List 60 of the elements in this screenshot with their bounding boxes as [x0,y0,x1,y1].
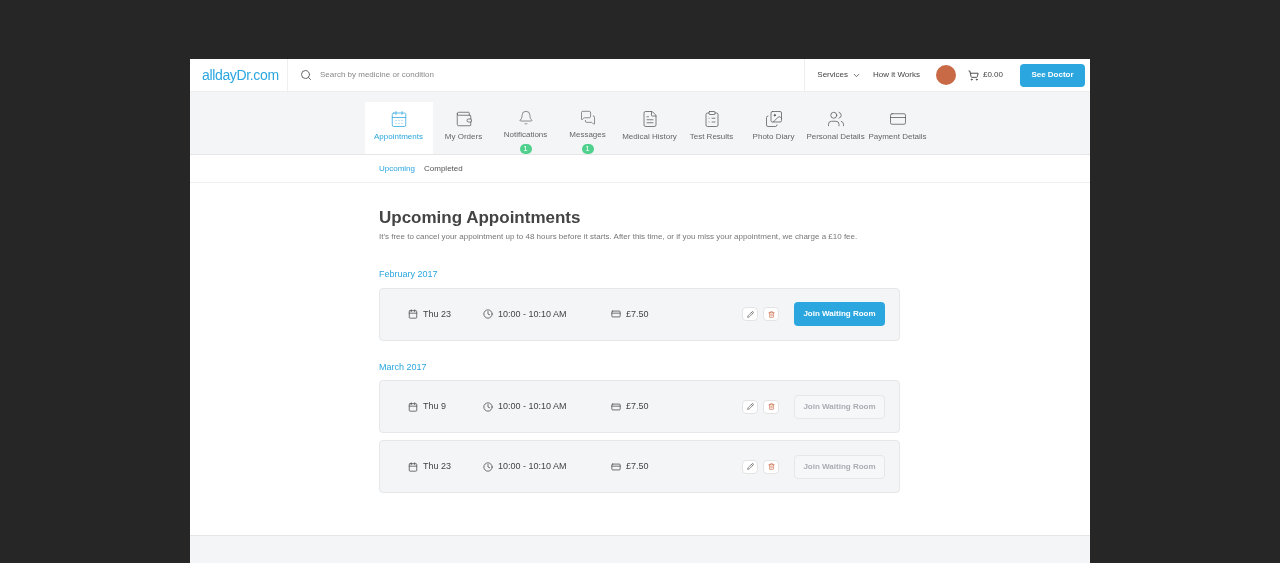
calendar-icon [408,461,418,472]
appointment-price: £7.50 [626,307,649,321]
avatar[interactable] [935,65,956,85]
tab[interactable]: Test Results [680,102,743,154]
appointment-time: 10:00 - 10:10 AM [498,307,568,321]
clock-icon [483,309,493,320]
tab[interactable]: Personal Details [804,102,867,154]
page-title: Upcoming Appointments [379,207,582,229]
tab[interactable]: Payment Details [866,102,929,154]
cart-total: £0.00 [982,69,1003,81]
calendar-icon [408,309,418,320]
credit-card-icon [611,309,621,320]
search-field[interactable]: Search by medicine or condition [320,69,793,81]
wallet-icon [454,110,473,128]
appointment-price: £7.50 [626,400,649,413]
chat-bubbles-icon [578,110,597,126]
count-badge: 1 [519,143,532,154]
credit-card-icon [888,110,907,128]
edit-button[interactable] [742,399,758,414]
cart-icon[interactable] [967,69,979,81]
nav-link[interactable]: How it Works [873,69,920,81]
edit-button[interactable] [742,459,758,474]
nav-link[interactable]: Services [817,69,861,81]
tab[interactable]: Medical History [618,102,681,154]
clock-icon [483,461,493,472]
appointment-time: 10:00 - 10:10 AM [498,400,568,413]
calendar-icon [408,401,418,412]
images-icon [764,110,783,128]
tab[interactable]: Messages 1 [556,102,619,154]
tab[interactable]: Notifications 1 [494,102,557,154]
appointment-date: Thu 9 [423,400,447,413]
pencil-icon [746,463,754,471]
calendar-icon [389,110,408,128]
count-badge: 1 [581,143,594,154]
pencil-icon [746,403,754,411]
appointment-time: 10:00 - 10:10 AM [498,460,568,473]
trash-icon [767,403,775,411]
month-heading: March 2017 [379,360,428,374]
document-icon [640,110,659,128]
pencil-icon [746,310,754,318]
people-icon [826,110,845,128]
tab[interactable]: My Orders [432,102,495,154]
clock-icon [483,401,493,412]
delete-button[interactable] [763,459,779,474]
appointment-price: £7.50 [626,460,649,473]
appointment-date: Thu 23 [423,307,453,321]
month-heading: February 2017 [379,268,439,282]
appointment-date: Thu 23 [423,460,453,473]
delete-button[interactable] [763,399,779,414]
delete-button[interactable] [763,307,779,322]
credit-card-icon [611,401,621,412]
tab[interactable]: Photo Diary [742,102,805,154]
subtab[interactable]: Completed [424,162,463,175]
clipboard-icon [702,110,721,128]
trash-icon [767,310,775,318]
credit-card-icon [611,461,621,472]
edit-button[interactable] [742,307,758,322]
fee-note: It's free to cancel your appointment up to 48 hours before it starts. After this time, or if you miss your appointment, we charge a £10 fee. [379,231,859,244]
search-icon [300,69,312,81]
trash-icon [767,463,775,471]
